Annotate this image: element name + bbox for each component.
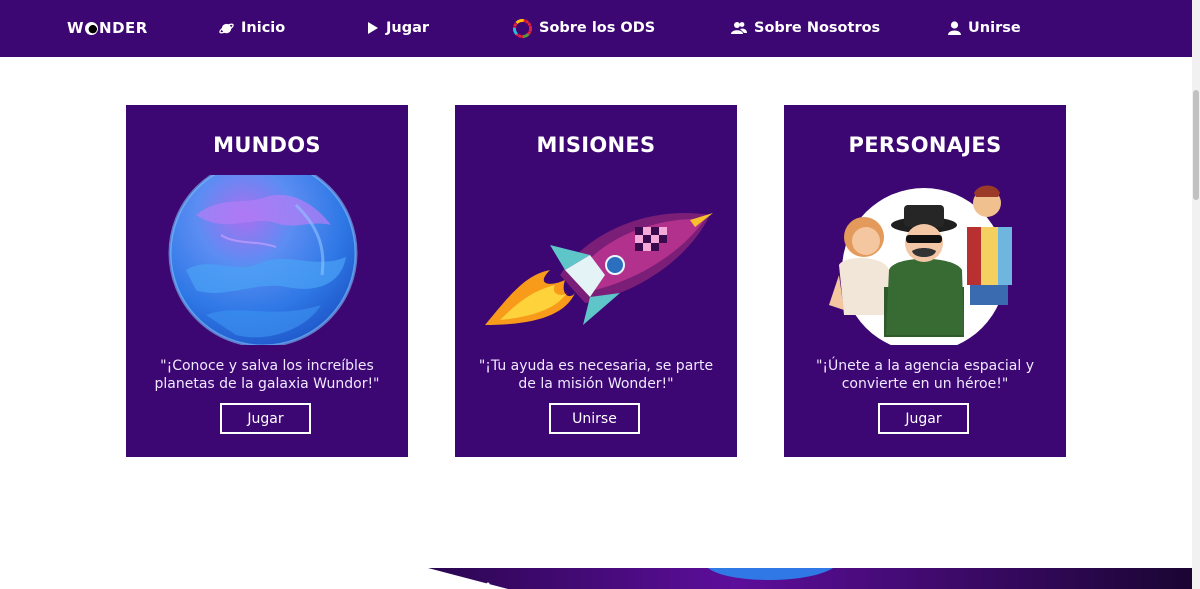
bottom-banner <box>428 568 1192 589</box>
jugar-button[interactable]: Jugar <box>220 403 311 434</box>
scrollbar-thumb[interactable] <box>1193 90 1199 200</box>
nav-label: Unirse <box>968 20 1021 36</box>
rocket-illustration <box>455 175 737 345</box>
sdg-wheel-icon <box>513 18 532 38</box>
logo-text-start: W <box>67 19 85 37</box>
card-title: MUNDOS <box>213 133 321 157</box>
planet-icon <box>219 21 234 36</box>
nav-label: Sobre los ODS <box>539 20 656 36</box>
jugar-button[interactable]: Jugar <box>878 403 969 434</box>
card-title: PERSONAJES <box>848 133 1002 157</box>
user-icon <box>948 21 961 35</box>
characters-illustration <box>784 175 1066 352</box>
card-misiones: MISIONES "¡Tu ayuda es necesaria, se par… <box>455 105 737 457</box>
card-description: "¡Tu ayuda es necesaria, se parte de la … <box>478 358 714 392</box>
nav-item-unirse[interactable]: Unirse <box>948 18 1021 38</box>
card-mundos: MUNDOS "¡Conoce y salva los increíbles p… <box>126 105 408 457</box>
card-description: "¡Únete a la agencia espacial y conviert… <box>815 358 1035 392</box>
top-navbar: W NDER Inicio Jugar Sobre los ODS Sobre … <box>0 0 1192 57</box>
nav-item-sobre-ods[interactable]: Sobre los ODS <box>513 18 655 38</box>
unirse-button[interactable]: Unirse <box>549 403 640 434</box>
nav-item-sobre-nosotros[interactable]: Sobre Nosotros <box>731 18 880 38</box>
wonder-logo[interactable]: W NDER <box>67 18 148 38</box>
nav-label: Sobre Nosotros <box>754 20 881 36</box>
nav-item-jugar[interactable]: Jugar <box>367 18 429 38</box>
play-icon <box>367 21 379 35</box>
card-personajes: PERSONAJES "¡Únete a la agencia espacial… <box>784 105 1066 457</box>
nav-item-inicio[interactable]: Inicio <box>219 18 285 38</box>
page-scrollbar[interactable] <box>1192 0 1200 589</box>
blue-planet-illustration <box>126 158 408 348</box>
logo-eclipse-icon <box>85 21 99 35</box>
nav-label: Jugar <box>386 20 430 36</box>
users-icon <box>731 21 747 35</box>
nav-label: Inicio <box>241 20 286 36</box>
logo-text-end: NDER <box>99 19 148 37</box>
card-title: MISIONES <box>536 133 656 157</box>
page: W NDER Inicio Jugar Sobre los ODS Sobre … <box>0 0 1200 589</box>
card-description: "¡Conoce y salva los increíbles planetas… <box>154 358 380 392</box>
